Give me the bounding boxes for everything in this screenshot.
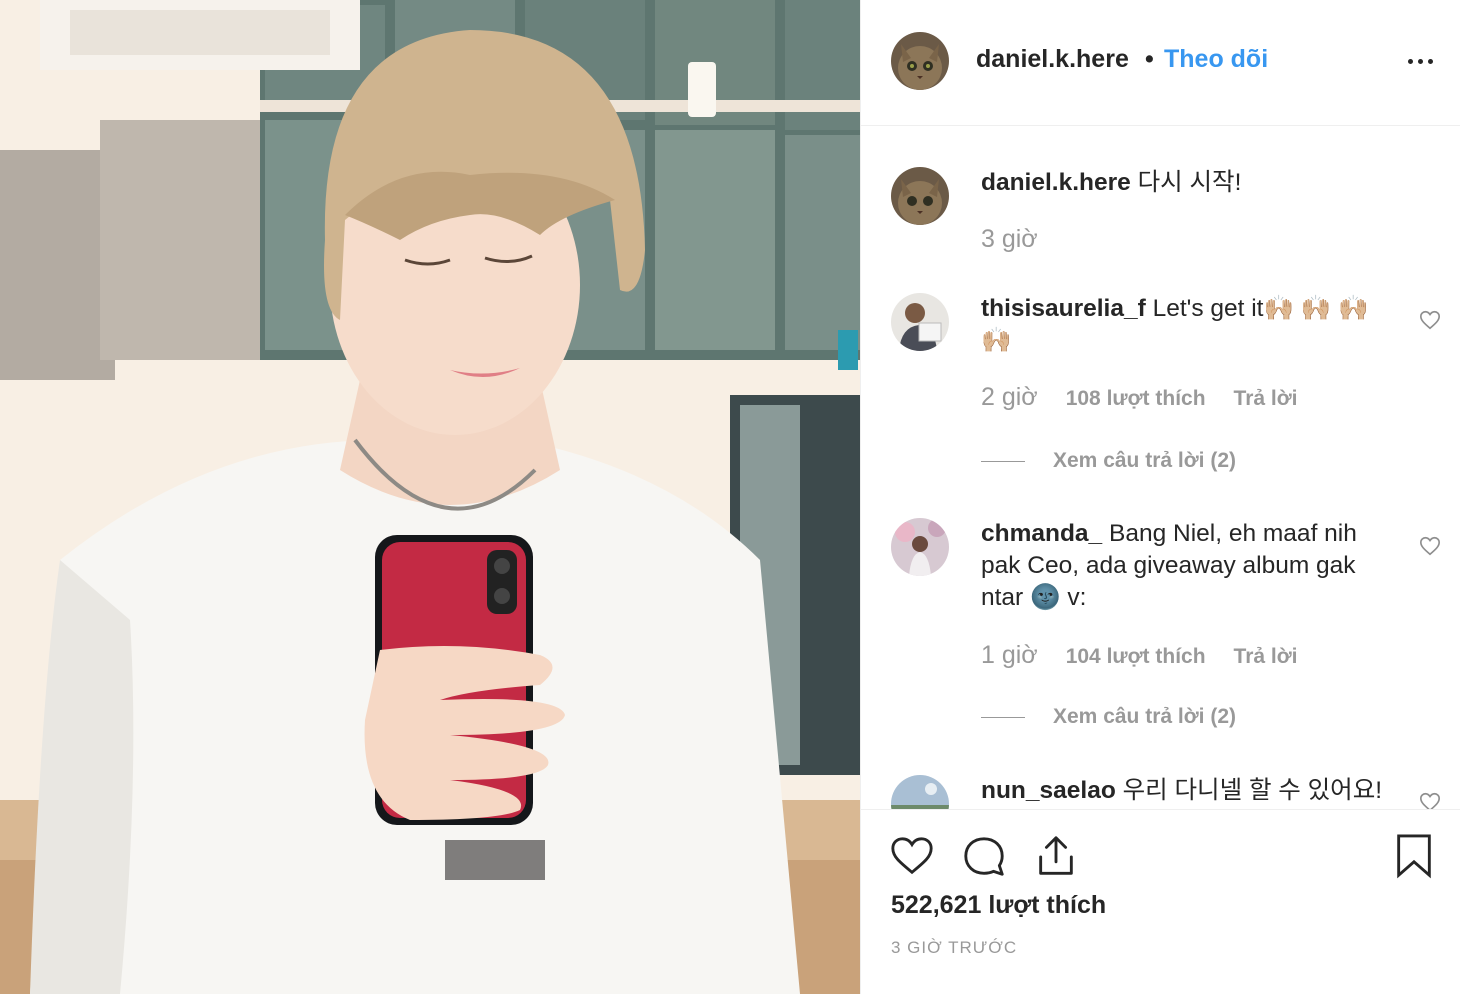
- replies-divider: [981, 460, 1025, 462]
- heart-icon[interactable]: [889, 833, 935, 879]
- ellipsis-icon[interactable]: [1406, 50, 1436, 74]
- view-replies-button[interactable]: Xem câu trả lời (2): [981, 449, 1236, 473]
- caption-meta: 3 giờ: [981, 225, 1066, 254]
- view-replies-button[interactable]: Xem câu trả lời (2): [981, 705, 1236, 729]
- comment-like-icon[interactable]: [1419, 535, 1441, 557]
- comment-text: nun_saelao 우리 다니넬 할 수 있어요!: [981, 775, 1391, 807]
- likes-total[interactable]: 522,621 lượt thích: [891, 891, 1106, 920]
- commenter-avatar[interactable]: [891, 518, 949, 576]
- follow-button[interactable]: Theo dõi: [1164, 45, 1268, 74]
- author-username[interactable]: daniel.k.here: [976, 45, 1129, 74]
- posted-ago[interactable]: 3 GIỜ TRƯỚC: [891, 938, 1017, 958]
- share-icon[interactable]: [1033, 833, 1079, 879]
- view-replies-label: Xem câu trả lời (2): [1053, 449, 1236, 472]
- reply-button[interactable]: Trả lời: [1234, 387, 1298, 411]
- author-avatar[interactable]: [891, 32, 949, 90]
- selfie-photo-illustration: [0, 0, 860, 994]
- commenter-avatar[interactable]: [891, 293, 949, 351]
- post-actions: 522,621 lượt thích 3 GIỜ TRƯỚC: [861, 809, 1460, 994]
- comment-body: 우리 다니넬 할 수 있어요!: [1122, 777, 1383, 804]
- view-replies-label: Xem câu trả lời (2): [1053, 705, 1236, 728]
- comment-username[interactable]: chmanda_: [981, 520, 1102, 547]
- comment-like-icon[interactable]: [1419, 791, 1441, 809]
- comment-username[interactable]: thisisaurelia_f: [981, 295, 1146, 322]
- comment-time[interactable]: 1 giờ: [981, 641, 1038, 670]
- comment-like-icon[interactable]: [1419, 309, 1441, 331]
- comment-text: chmanda_ Bang Niel, eh maaf nih pak Ceo,…: [981, 518, 1391, 614]
- author-avatar[interactable]: [891, 167, 949, 225]
- post-side-panel: daniel.k.here • Theo dõi daniel.k.here 다…: [860, 0, 1460, 994]
- reply-button[interactable]: Trả lời: [1234, 645, 1298, 669]
- post-header: daniel.k.here • Theo dõi: [861, 0, 1460, 126]
- comment-text: thisisaurelia_f Let's get it🙌🏼 🙌🏼 🙌🏼 🙌🏼: [981, 293, 1391, 357]
- caption-time[interactable]: 3 giờ: [981, 225, 1038, 254]
- bookmark-icon[interactable]: [1391, 833, 1437, 879]
- caption-text: daniel.k.here 다시 시작!: [981, 167, 1391, 199]
- comment-time[interactable]: 2 giờ: [981, 383, 1038, 412]
- comment-username[interactable]: nun_saelao: [981, 777, 1116, 804]
- follow-separator: •: [1145, 45, 1154, 73]
- replies-divider: [981, 716, 1025, 718]
- commenter-avatar[interactable]: [891, 775, 949, 809]
- comment-icon[interactable]: [961, 833, 1007, 879]
- post-photo[interactable]: [0, 0, 860, 994]
- comment-likes[interactable]: 104 lượt thích: [1066, 645, 1206, 669]
- caption-username[interactable]: daniel.k.here: [981, 169, 1131, 196]
- comment-meta: 1 giờ 104 lượt thích Trả lời: [981, 641, 1326, 670]
- comment-likes[interactable]: 108 lượt thích: [1066, 387, 1206, 411]
- comment-meta: 2 giờ 108 lượt thích Trả lời: [981, 383, 1326, 412]
- comments-list[interactable]: daniel.k.here 다시 시작! 3 giờ thisisaurelia…: [861, 127, 1460, 809]
- caption-body: 다시 시작!: [1137, 169, 1242, 196]
